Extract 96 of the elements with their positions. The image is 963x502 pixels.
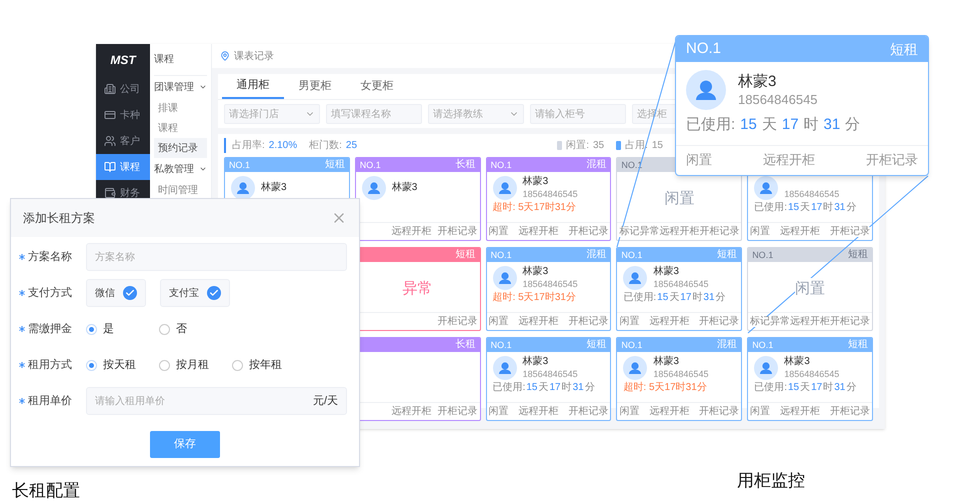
tenant-name: 林蒙3	[392, 182, 418, 194]
used-number: 17	[680, 292, 692, 303]
used-unit: 分	[716, 292, 726, 303]
breadcrumb: 课表记录	[234, 50, 274, 64]
section-caption: 用柜监控	[737, 470, 805, 492]
rental-type: 短租	[848, 250, 868, 260]
used-number: 31	[834, 202, 846, 213]
field-label: 方案名称	[28, 250, 72, 265]
rental-type: 混租	[717, 340, 738, 350]
used-number: 31	[834, 382, 846, 393]
cabinet-number: NO.1	[752, 340, 774, 350]
tenant-phone: 18564846545	[738, 90, 818, 108]
logo: MST	[110, 52, 136, 69]
used-unit: 分	[845, 115, 860, 135]
stat-label: 占用率:	[232, 138, 265, 153]
cabinet-number: NO.1	[360, 160, 381, 170]
used-number: 15	[526, 382, 538, 393]
used-unit: 时	[823, 382, 834, 393]
tenant-phone: 18564846545	[653, 278, 708, 290]
field-label: 支付方式	[28, 286, 72, 301]
used-unit: 时	[804, 115, 819, 135]
tenant-phone: 18564846545	[784, 188, 840, 200]
cabinet-number: NO.1	[490, 340, 512, 350]
unit-suffix: 元/天	[312, 394, 338, 409]
cabinet-number: NO.1	[229, 160, 250, 170]
used-unit: 天	[800, 202, 810, 213]
cabinet-number: NO.1	[621, 340, 642, 350]
rental-type: 长租	[456, 340, 476, 350]
used-label: 已使用:	[754, 382, 787, 393]
used-number: 15	[788, 202, 800, 213]
overtime-text: 超时: 5天17时31分	[492, 292, 577, 304]
used-number: 17	[811, 382, 822, 393]
used-unit: 分	[846, 202, 856, 213]
used-number: 17	[782, 115, 799, 135]
section-caption: 长租配置	[12, 480, 80, 502]
cabinet-number: NO.1	[490, 160, 512, 170]
rental-type: 短租	[848, 340, 868, 350]
used-unit: 时	[562, 382, 572, 393]
dialog-title: 添加长租方案	[23, 210, 95, 227]
tenant-phone: 18564846545	[522, 278, 578, 290]
used-number: 17	[811, 202, 822, 213]
used-number: 17	[550, 382, 561, 393]
used-unit: 天	[669, 292, 680, 303]
rental-type: 混租	[586, 250, 606, 260]
stat-value: 25	[346, 139, 358, 153]
cabinet-number: NO.1	[490, 250, 512, 260]
rental-type: 短租	[456, 250, 476, 260]
used-unit: 天	[762, 115, 777, 135]
tenant-name: 林蒙3	[653, 266, 680, 278]
rental-type: 混租	[586, 160, 606, 170]
used-number: 15	[788, 382, 800, 393]
tenant-name: 林蒙3	[522, 356, 550, 368]
cabinet-number: NO.1	[752, 250, 774, 260]
tenant-name: 林蒙3	[522, 176, 550, 188]
rental-type: 短租	[324, 160, 345, 170]
tenant-name: 林蒙3	[784, 356, 811, 368]
overtime-text: 超时: 5天17时31分	[492, 202, 577, 214]
used-number: 31	[572, 382, 584, 393]
field-label: 需缴押金	[28, 322, 72, 337]
used-unit: 分	[846, 382, 856, 393]
submenu-title: 课程	[154, 53, 174, 67]
legend-label: 闲置:	[566, 138, 589, 153]
field-label: 租用单价	[28, 394, 72, 409]
rental-type: 短租	[717, 250, 738, 260]
used-label: 已使用:	[686, 115, 736, 135]
overtime-text: 超时: 5天17时31分	[623, 382, 708, 394]
rental-type: 短租	[890, 40, 918, 58]
tenant-name: 林蒙3	[261, 182, 287, 194]
rental-type: 短租	[586, 340, 606, 350]
used-unit: 时	[692, 292, 702, 303]
tenant-name: 林蒙3	[653, 356, 680, 368]
used-label: 已使用:	[754, 202, 787, 213]
used-label: 已使用:	[492, 382, 526, 393]
field-label: 租用方式	[28, 358, 72, 373]
tenant-name: 林蒙3	[522, 266, 550, 278]
tenant-name: 林蒙3	[738, 72, 778, 90]
cabinet-number: NO.1	[686, 38, 722, 59]
legend-value: 15	[652, 139, 663, 153]
stat-label: 柜门数:	[309, 138, 342, 153]
used-unit: 时	[823, 202, 834, 213]
used-unit: 分	[584, 382, 595, 393]
stat-value: 2.10%	[268, 139, 298, 153]
tenant-phone: 18564846545	[653, 368, 708, 380]
used-number: 15	[740, 115, 757, 135]
used-unit: 天	[538, 382, 548, 393]
used-label: 已使用:	[623, 292, 656, 303]
tenant-phone: 18564846545	[784, 368, 840, 380]
rental-type: 长租	[456, 160, 476, 170]
cabinet-number: NO.1	[621, 250, 642, 260]
legend-value: 35	[592, 139, 604, 153]
used-number: 15	[657, 292, 668, 303]
used-number: 31	[824, 115, 840, 135]
tenant-phone: 18564846545	[522, 188, 578, 200]
used-unit: 天	[800, 382, 810, 393]
used-number: 31	[703, 292, 715, 303]
tenant-phone: 18564846545	[522, 368, 578, 380]
